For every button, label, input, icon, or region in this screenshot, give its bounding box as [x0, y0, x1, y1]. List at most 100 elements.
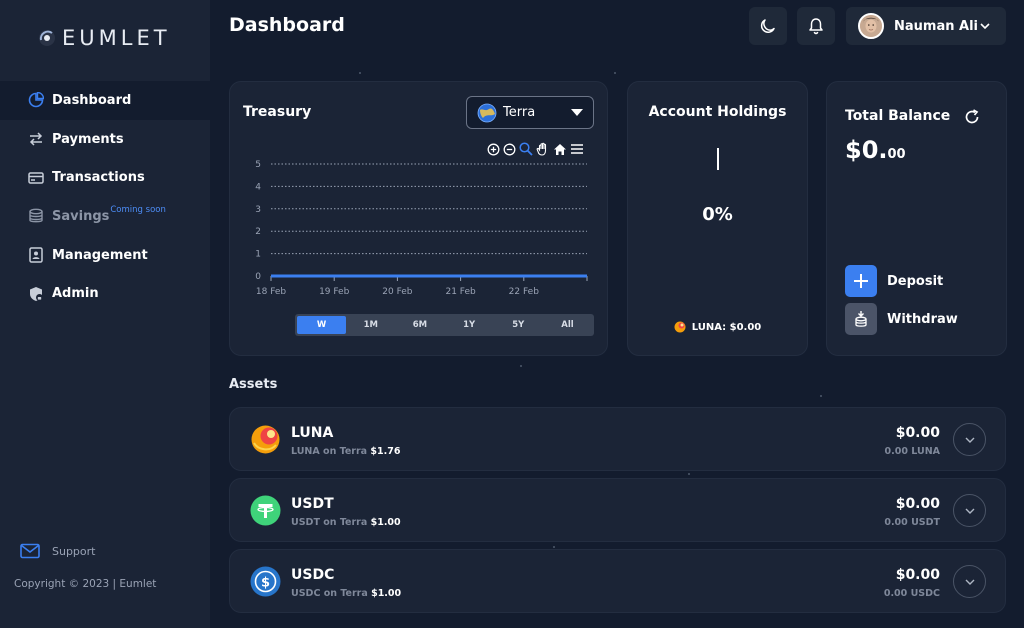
asset-network-label: LUNA on Terra: [291, 446, 368, 457]
sidebar-item-dashboard[interactable]: Dashboard: [0, 81, 210, 120]
logo[interactable]: EUMLET: [38, 26, 171, 50]
star-dot: [359, 72, 361, 74]
luna-logo-icon: [251, 425, 280, 454]
holdings-legend-label: LUNA: $0.00: [691, 321, 762, 333]
moon-icon: [760, 19, 775, 33]
star-dot: [820, 395, 822, 397]
bell-icon: [809, 18, 823, 35]
sidebar-item-label: Admin: [52, 286, 99, 302]
y-tick-label: 3: [255, 205, 261, 215]
total-balance-title: Total Balance: [845, 108, 951, 124]
withdraw-coins-icon: [845, 303, 877, 335]
sidebar-item-label: Management: [52, 247, 148, 263]
range-button-6m[interactable]: 6M: [395, 316, 444, 334]
asset-network: USDC on Terra $1.00: [291, 588, 401, 599]
usdc-logo-icon: $: [250, 566, 281, 597]
range-button-all[interactable]: All: [543, 316, 592, 334]
y-tick-label: 0: [255, 272, 261, 282]
balance-main: $0.: [845, 136, 888, 164]
y-tick-label: 1: [255, 250, 261, 260]
y-tick-label: 4: [255, 182, 261, 192]
total-balance-amount: $0.00: [845, 136, 906, 164]
total-balance-card: Total Balance $0.00 Deposit Withdraw: [826, 81, 1007, 356]
refresh-icon[interactable]: [964, 109, 980, 125]
sidebar-nav: Dashboard Payments Transactions Savings …: [0, 81, 210, 313]
range-button-5y[interactable]: 5Y: [494, 316, 543, 334]
asset-name: USDC: [291, 567, 335, 583]
star-dot: [553, 546, 555, 548]
chevron-down-icon: [965, 508, 974, 514]
asset-price: $1.00: [370, 517, 401, 528]
holdings-legend: LUNA: $0.00: [628, 321, 807, 333]
x-tick-label: 21 Feb: [445, 287, 476, 297]
sidebar-item-label: Dashboard: [52, 92, 132, 108]
holdings-percent: 0%: [702, 204, 733, 225]
treasury-title: Treasury: [243, 104, 312, 120]
withdraw-label: Withdraw: [887, 311, 958, 327]
theme-toggle-button[interactable]: [749, 7, 787, 45]
star-dot: [688, 473, 690, 475]
terra-globe-icon: [477, 103, 497, 122]
chevron-down-icon: [965, 579, 974, 585]
star-dot: [520, 365, 522, 367]
x-tick-label: 18 Feb: [256, 287, 287, 297]
sidebar-item-label: Transactions: [52, 170, 145, 186]
asset-name: USDT: [291, 496, 334, 512]
network-select[interactable]: Terra: [466, 96, 594, 129]
asset-network: LUNA on Terra $1.76: [291, 446, 400, 457]
asset-value: $0.00: [895, 496, 940, 512]
asset-value: $0.00: [895, 567, 940, 583]
account-holdings-card: Account Holdings 0% LUNA: $0.00: [627, 81, 808, 356]
sidebar-item-admin[interactable]: Admin: [0, 274, 210, 313]
sidebar-item-savings[interactable]: Savings Coming soon: [0, 197, 210, 236]
caret-down-icon: [571, 109, 583, 116]
coming-soon-badge: Coming soon: [110, 205, 166, 216]
deposit-label: Deposit: [887, 273, 944, 289]
asset-network-label: USDT on Terra: [291, 517, 368, 528]
pie-chart-icon: [28, 92, 44, 108]
range-button-w[interactable]: W: [297, 316, 347, 334]
sidebar-item-label: Savings: [52, 208, 110, 224]
expand-button[interactable]: [953, 423, 986, 456]
asset-row-luna[interactable]: LUNA LUNA on Terra $1.76 $0.00 0.00 LUNA: [229, 407, 1006, 471]
user-portrait-icon: [860, 15, 882, 37]
exchange-arrows-icon: [29, 132, 43, 146]
x-tick-label: 20 Feb: [382, 287, 413, 297]
expand-button[interactable]: [953, 494, 986, 527]
sidebar-item-payments[interactable]: Payments: [0, 120, 210, 159]
support-label: Support: [52, 544, 96, 558]
svg-text:$: $: [261, 576, 270, 591]
logo-text: EUMLET: [62, 26, 171, 50]
sidebar-item-transactions[interactable]: Transactions: [0, 158, 210, 197]
expand-button[interactable]: [953, 565, 986, 598]
asset-quantity: 0.00 USDT: [884, 517, 940, 528]
asset-value: $0.00: [895, 425, 940, 441]
id-badge-icon: [29, 247, 43, 263]
notifications-button[interactable]: [797, 7, 835, 45]
star-dot: [614, 72, 616, 74]
avatar: [858, 13, 884, 39]
copyright-text: Copyright © 2023 | Eumlet: [14, 578, 157, 590]
asset-network-label: USDC on Terra: [291, 588, 368, 599]
page-title: Dashboard: [229, 14, 345, 36]
range-button-1y[interactable]: 1Y: [445, 316, 494, 334]
sidebar-item-management[interactable]: Management: [0, 236, 210, 275]
luna-logo-icon: [674, 321, 686, 333]
shield-lock-icon: [30, 286, 43, 301]
deposit-button[interactable]: Deposit: [845, 265, 943, 297]
treasury-chart: 0 1 2 3 4 5 18 Feb 19 Feb 20 Feb 21 Feb 22 Feb: [255, 160, 588, 297]
sidebar: EUMLET Dashboard Payments Transactions S…: [0, 0, 210, 628]
asset-row-usdt[interactable]: USDT USDT on Terra $1.00 $0.00 0.00 USDT: [229, 478, 1006, 542]
asset-row-usdc[interactable]: $ USDC USDC on Terra $1.00 $0.00 0.00 US…: [229, 549, 1006, 613]
support-link[interactable]: Support: [20, 543, 95, 559]
usdt-logo-icon: [250, 495, 281, 526]
x-tick-label: 22 Feb: [509, 287, 540, 297]
y-tick-label: 2: [255, 227, 261, 237]
asset-name: LUNA: [291, 425, 334, 441]
asset-quantity: 0.00 LUNA: [884, 446, 940, 457]
range-button-1m[interactable]: 1M: [346, 316, 395, 334]
withdraw-button[interactable]: Withdraw: [845, 303, 958, 335]
account-holdings-title: Account Holdings: [648, 104, 787, 120]
chevron-down-icon: [980, 23, 990, 30]
user-menu-button[interactable]: Nauman Ali: [846, 7, 1006, 45]
